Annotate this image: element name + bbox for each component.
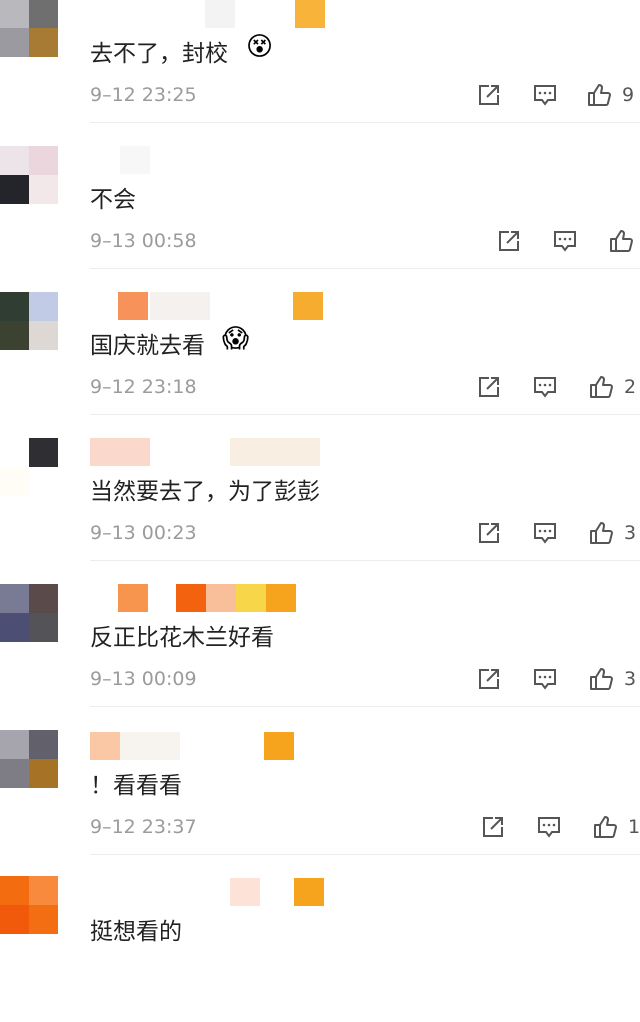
comment-item: 当然要去了，为了彭彭 9–13 00:23 3 xyxy=(0,438,640,584)
divider xyxy=(90,414,640,415)
comment-meta: 9–12 23:25 9 xyxy=(90,80,640,110)
divider xyxy=(90,706,640,707)
avatar[interactable] xyxy=(0,730,58,788)
comment-item: 反正比花木兰好看 9–13 00:09 3 xyxy=(0,584,640,730)
like-count: 1 xyxy=(628,816,640,838)
comment-meta: 9–13 00:23 3 xyxy=(90,518,640,548)
timestamp: 9–12 23:37 xyxy=(90,816,197,838)
comment-icon[interactable] xyxy=(532,374,558,400)
thumbs-up-icon[interactable] xyxy=(608,228,634,254)
divider xyxy=(90,268,640,269)
share-icon[interactable] xyxy=(476,374,502,400)
comment-meta: 9–12 23:37 1 xyxy=(90,812,640,842)
thumbs-up-icon[interactable] xyxy=(588,374,614,400)
avatar[interactable] xyxy=(0,146,58,204)
comment-text: 国庆就去看 xyxy=(90,333,205,359)
timestamp: 9–13 00:23 xyxy=(90,522,197,544)
comment-meta: 9–12 23:18 2 xyxy=(90,372,640,402)
comment-meta: 9–13 00:09 3 xyxy=(90,664,640,694)
like-count: 3 xyxy=(624,522,637,544)
screaming-face-emoji: 😱 xyxy=(222,324,250,354)
like-count: 9 xyxy=(622,84,635,106)
timestamp: 9–12 23:25 xyxy=(90,84,197,106)
comment-item: 挺想看的 xyxy=(0,876,640,1022)
thumbs-up-icon[interactable] xyxy=(592,814,618,840)
comment-item: 国庆就去看 😱 9–12 23:18 2 xyxy=(0,292,640,438)
comment-item: ！看看看 9–12 23:37 1 xyxy=(0,730,640,876)
share-icon[interactable] xyxy=(476,520,502,546)
share-icon[interactable] xyxy=(476,666,502,692)
divider xyxy=(90,854,640,855)
share-icon[interactable] xyxy=(476,82,502,108)
timestamp: 9–12 23:18 xyxy=(90,376,197,398)
comment-meta: 9–13 00:58 xyxy=(90,226,640,256)
comment-item: 去不了，封校 😵 9–12 23:25 9 xyxy=(0,0,640,123)
comment-item: 不会 9–13 00:58 xyxy=(0,146,640,292)
avatar[interactable] xyxy=(0,876,58,934)
comment-text: 当然要去了，为了彭彭 xyxy=(90,479,320,505)
avatar[interactable] xyxy=(0,584,58,642)
comment-text: 反正比花木兰好看 xyxy=(90,625,274,651)
timestamp: 9–13 00:09 xyxy=(90,668,197,690)
divider xyxy=(90,122,640,123)
thumbs-up-icon[interactable] xyxy=(586,82,612,108)
divider xyxy=(90,560,640,561)
thumbs-up-icon[interactable] xyxy=(588,666,614,692)
thumbs-up-icon[interactable] xyxy=(588,520,614,546)
avatar[interactable] xyxy=(0,292,58,350)
comment-text: 去不了，封校 xyxy=(90,41,228,67)
comment-icon[interactable] xyxy=(552,228,578,254)
comment-icon[interactable] xyxy=(532,666,558,692)
share-icon[interactable] xyxy=(480,814,506,840)
like-count: 3 xyxy=(624,668,637,690)
comment-icon[interactable] xyxy=(532,520,558,546)
share-icon[interactable] xyxy=(496,228,522,254)
comment-text: 不会 xyxy=(90,187,136,213)
comment-text: 挺想看的 xyxy=(90,919,182,945)
avatar[interactable] xyxy=(0,438,58,496)
comment-icon[interactable] xyxy=(536,814,562,840)
avatar[interactable] xyxy=(0,0,58,57)
dizzy-face-emoji: 😵 xyxy=(246,32,274,62)
comment-text: ！看看看 xyxy=(90,773,182,799)
comment-icon[interactable] xyxy=(532,82,558,108)
timestamp: 9–13 00:58 xyxy=(90,230,197,252)
like-count: 2 xyxy=(624,376,637,398)
